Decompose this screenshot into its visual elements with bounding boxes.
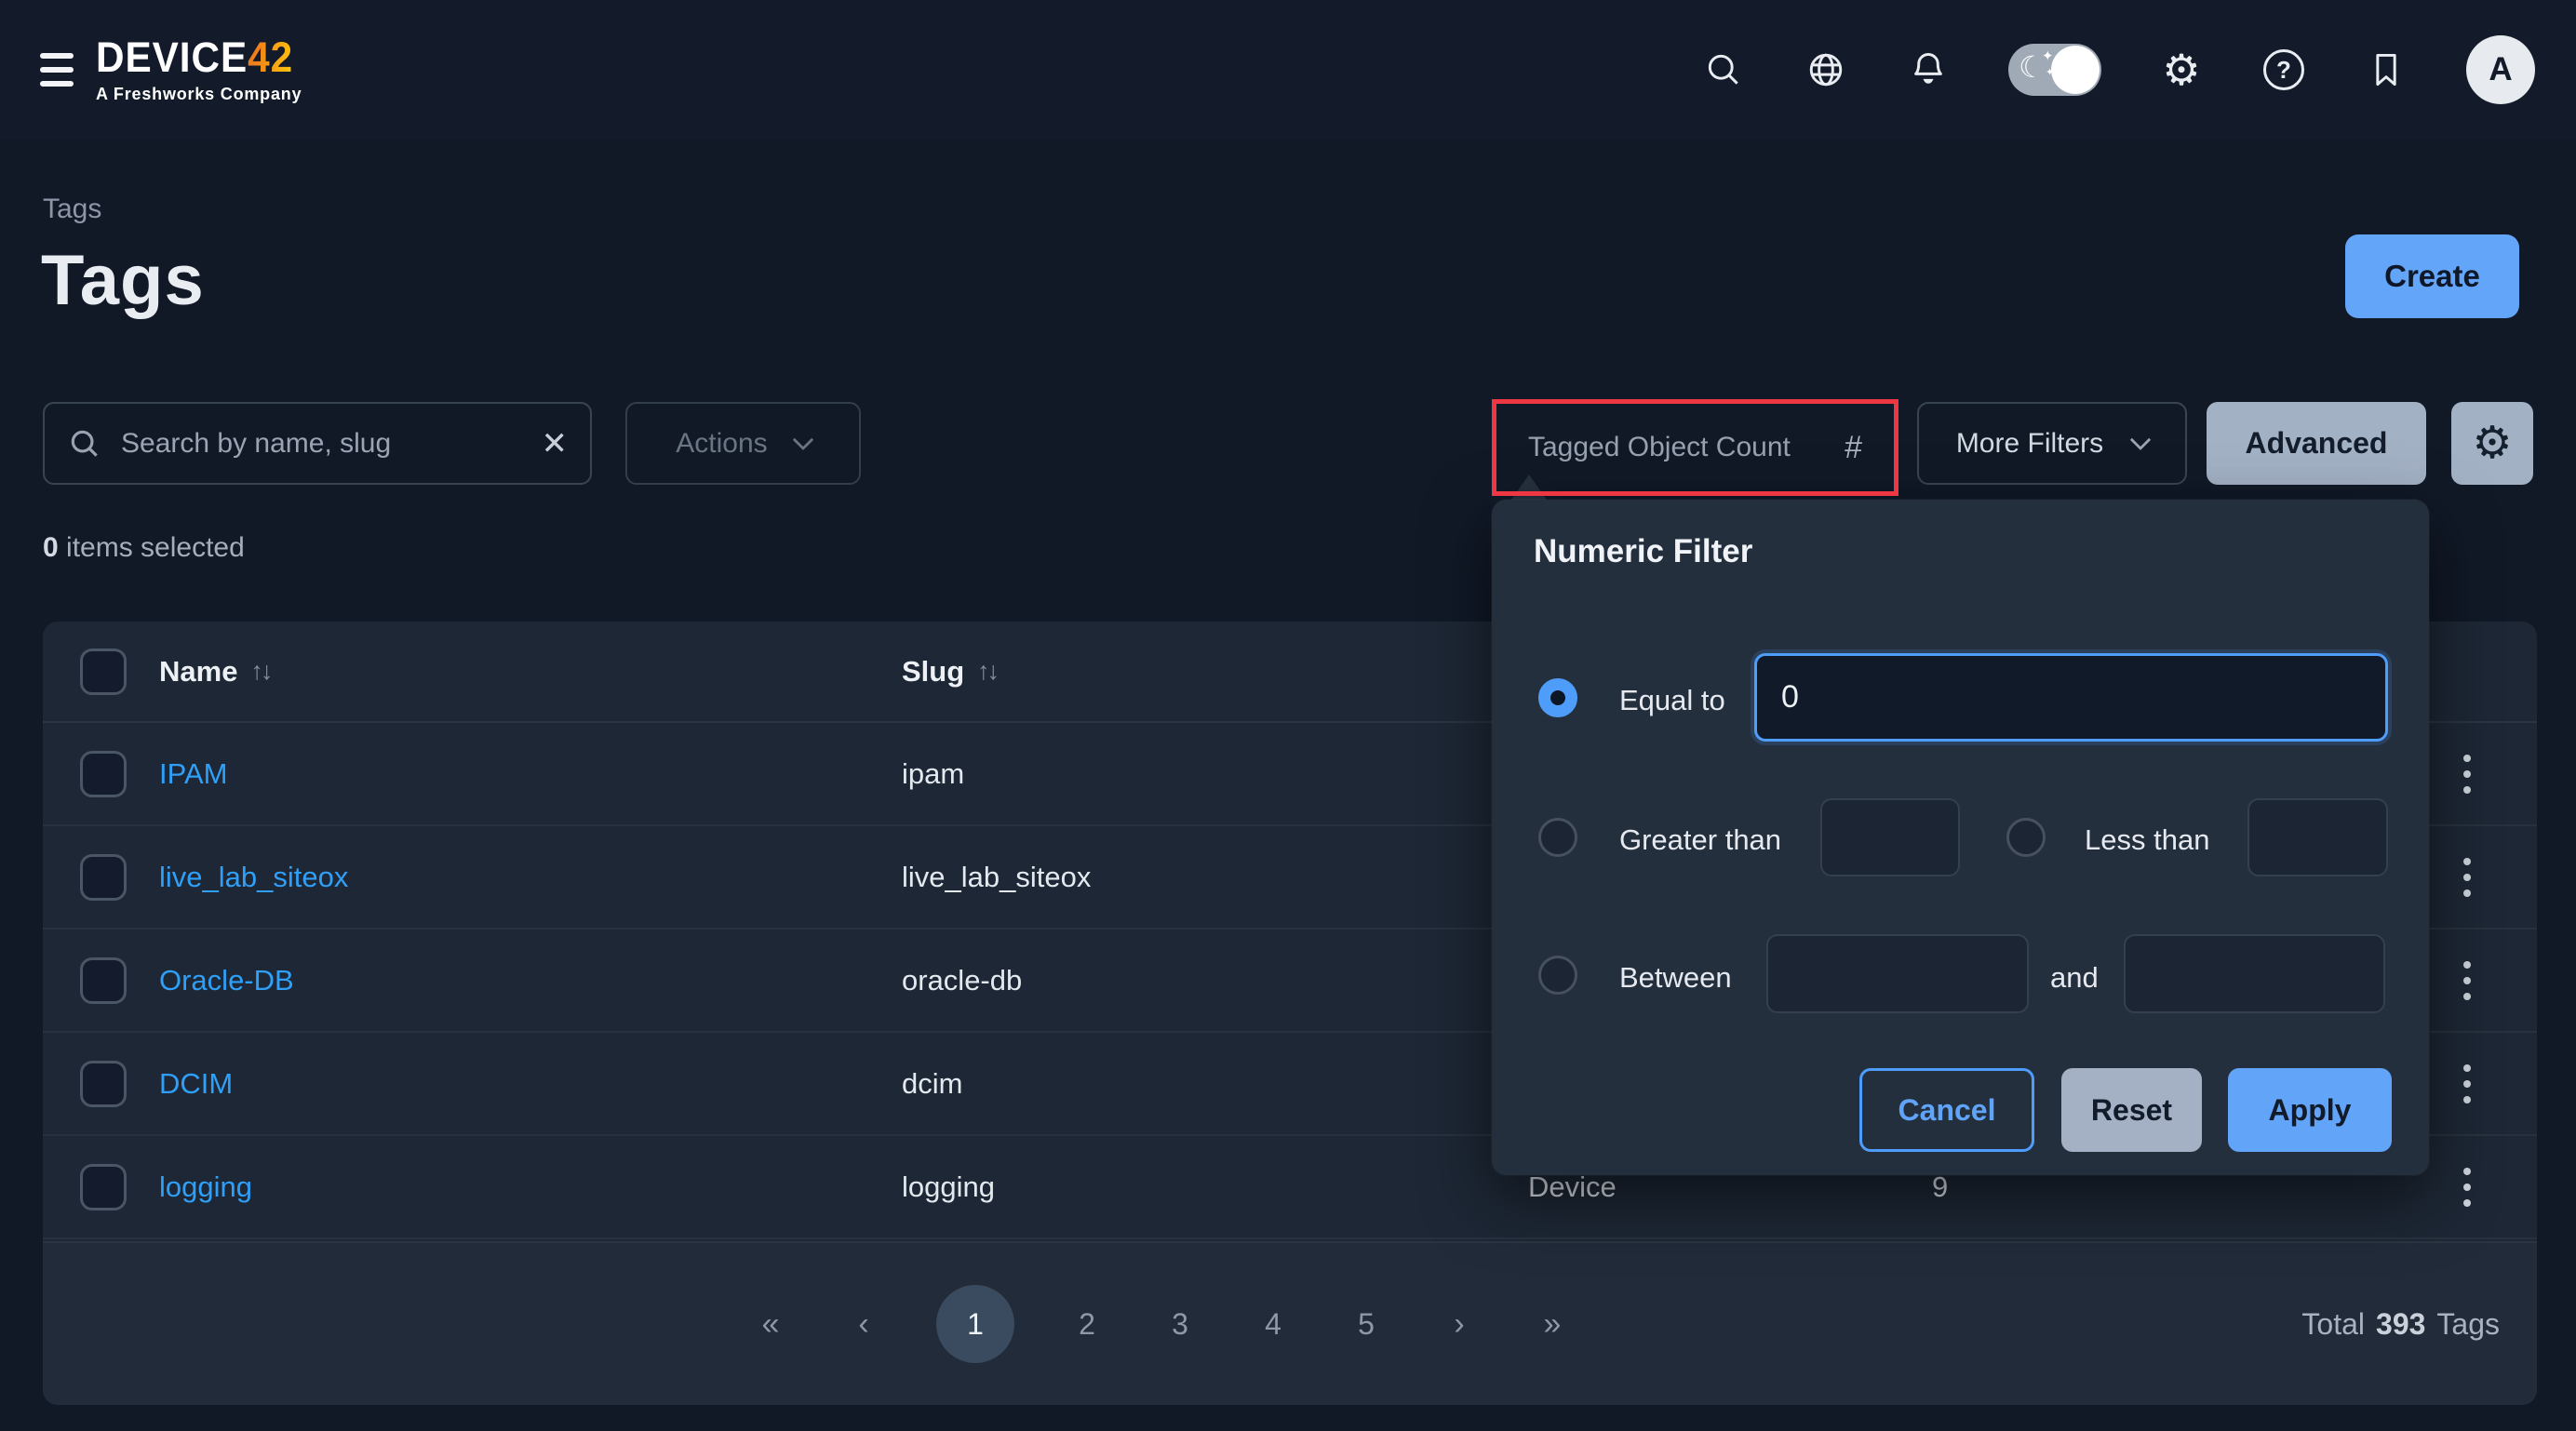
- select-all-checkbox[interactable]: [80, 649, 127, 695]
- actions-label: Actions: [676, 428, 767, 460]
- numeric-filter-popup: Numeric Filter Equal to Greater than Les…: [1492, 500, 2429, 1175]
- toggle-knob: [2051, 46, 2100, 94]
- tag-slug: logging: [902, 1170, 995, 1203]
- greater-than-input[interactable]: [1820, 798, 1960, 876]
- row-actions-kebab-icon[interactable]: [2458, 852, 2476, 903]
- pagination-page-2[interactable]: 2: [1067, 1307, 1107, 1342]
- tag-name-link[interactable]: Oracle-DB: [159, 964, 294, 996]
- row-checkbox[interactable]: [80, 751, 127, 797]
- globe-icon[interactable]: [1804, 47, 1848, 92]
- equal-to-input[interactable]: [1754, 653, 2388, 742]
- row-checkbox[interactable]: [80, 1164, 127, 1210]
- brand-logo[interactable]: DEVICE42 A Freshworks Company: [96, 36, 306, 104]
- more-filters-dropdown[interactable]: More Filters: [1917, 402, 2187, 485]
- theme-toggle[interactable]: ☾ ✦ ✦: [2008, 44, 2101, 96]
- navbar-actions: ☾ ✦ ✦ ⚙ ? A: [1701, 35, 2576, 104]
- tag-name-link[interactable]: logging: [159, 1170, 252, 1203]
- page-title: Tags: [41, 240, 205, 321]
- between-to-input[interactable]: [2124, 934, 2385, 1013]
- search-input[interactable]: [121, 428, 523, 460]
- brand-wordmark: DEVICE42: [96, 36, 293, 78]
- equal-to-label: Equal to: [1619, 684, 1725, 717]
- actions-dropdown[interactable]: Actions: [625, 402, 861, 485]
- table-settings-button[interactable]: ⚙: [2451, 402, 2533, 485]
- chevron-down-icon: [792, 429, 813, 450]
- search-input-wrapper: ✕: [43, 402, 592, 485]
- sort-icon[interactable]: ↑↓: [250, 657, 270, 686]
- bell-icon[interactable]: [1906, 47, 1951, 92]
- selection-text: items selected: [59, 532, 245, 563]
- numeric-hash-icon: #: [1845, 430, 1862, 466]
- pagination-first-button[interactable]: «: [750, 1306, 791, 1343]
- sort-icon[interactable]: ↑↓: [977, 657, 997, 686]
- tag-slug: ipam: [902, 757, 964, 790]
- popup-title: Numeric Filter: [1534, 533, 1752, 570]
- row-actions-kebab-icon[interactable]: [2458, 956, 2476, 1006]
- pagination: « ‹ 1 2 3 4 5 › »: [750, 1243, 1573, 1405]
- cancel-button[interactable]: Cancel: [1859, 1068, 2034, 1152]
- apply-button[interactable]: Apply: [2228, 1068, 2392, 1152]
- total-count-value: 393: [2376, 1307, 2425, 1342]
- row-checkbox[interactable]: [80, 1061, 127, 1107]
- less-than-label: Less than: [2085, 823, 2209, 857]
- equal-to-radio[interactable]: [1538, 678, 1577, 717]
- table-footer: « ‹ 1 2 3 4 5 › » Total393Tags: [43, 1241, 2537, 1405]
- less-than-radio[interactable]: [2006, 818, 2046, 857]
- tag-slug: dcim: [902, 1067, 962, 1100]
- clear-search-icon[interactable]: ✕: [542, 428, 569, 460]
- tag-name-link[interactable]: IPAM: [159, 757, 228, 790]
- greater-than-radio[interactable]: [1538, 818, 1577, 857]
- reset-button[interactable]: Reset: [2061, 1068, 2202, 1152]
- pagination-next-button[interactable]: ›: [1439, 1306, 1480, 1343]
- row-checkbox[interactable]: [80, 854, 127, 901]
- row-actions-kebab-icon[interactable]: [2458, 749, 2476, 799]
- selection-summary: 0 items selected: [43, 532, 245, 564]
- greater-than-label: Greater than: [1619, 823, 1781, 857]
- create-button[interactable]: Create: [2345, 234, 2519, 318]
- search-icon[interactable]: [1701, 47, 1746, 92]
- tagged-filter-label: Tagged Object Count: [1528, 432, 1791, 463]
- top-navbar: DEVICE42 A Freshworks Company ☾ ✦ ✦ ⚙ ? …: [0, 0, 2576, 140]
- selection-count: 0: [43, 532, 59, 563]
- column-header-slug[interactable]: Slug↑↓: [902, 655, 997, 689]
- pagination-page-4[interactable]: 4: [1253, 1307, 1294, 1342]
- between-label: Between: [1619, 961, 1732, 995]
- brand-subtitle: A Freshworks Company: [96, 85, 306, 104]
- chevron-down-icon: [2130, 429, 2152, 450]
- breadcrumb[interactable]: Tags: [43, 194, 101, 225]
- tag-slug: live_lab_siteox: [902, 861, 1091, 893]
- advanced-button[interactable]: Advanced: [2207, 402, 2426, 485]
- bookmark-icon[interactable]: [2364, 47, 2408, 92]
- and-label: and: [2050, 961, 2099, 995]
- row-actions-kebab-icon[interactable]: [2458, 1059, 2476, 1109]
- pagination-page-1[interactable]: 1: [936, 1285, 1014, 1363]
- pagination-page-3[interactable]: 3: [1160, 1307, 1201, 1342]
- tagged-object-count-filter-button[interactable]: Tagged Object Count #: [1498, 406, 1892, 489]
- tag-name-link[interactable]: live_lab_siteox: [159, 861, 348, 893]
- row-actions-kebab-icon[interactable]: [2458, 1162, 2476, 1212]
- more-filters-label: More Filters: [1956, 428, 2103, 460]
- pagination-page-5[interactable]: 5: [1346, 1307, 1387, 1342]
- tag-name-link[interactable]: DCIM: [159, 1067, 233, 1100]
- row-checkbox[interactable]: [80, 957, 127, 1004]
- between-from-input[interactable]: [1766, 934, 2029, 1013]
- less-than-input[interactable]: [2247, 798, 2388, 876]
- gear-icon[interactable]: ⚙: [2159, 47, 2204, 92]
- tag-slug: oracle-db: [902, 964, 1022, 996]
- column-header-name[interactable]: Name↑↓: [159, 655, 270, 689]
- gear-icon: ⚙: [2472, 421, 2512, 466]
- between-radio[interactable]: [1538, 956, 1577, 995]
- search-icon: [67, 426, 102, 461]
- avatar[interactable]: A: [2466, 35, 2535, 104]
- pagination-last-button[interactable]: »: [1532, 1306, 1573, 1343]
- total-count-label: Total393Tags: [2301, 1243, 2520, 1405]
- menu-icon[interactable]: [40, 53, 74, 87]
- help-icon[interactable]: ?: [2261, 47, 2306, 92]
- pagination-prev-button[interactable]: ‹: [843, 1306, 884, 1343]
